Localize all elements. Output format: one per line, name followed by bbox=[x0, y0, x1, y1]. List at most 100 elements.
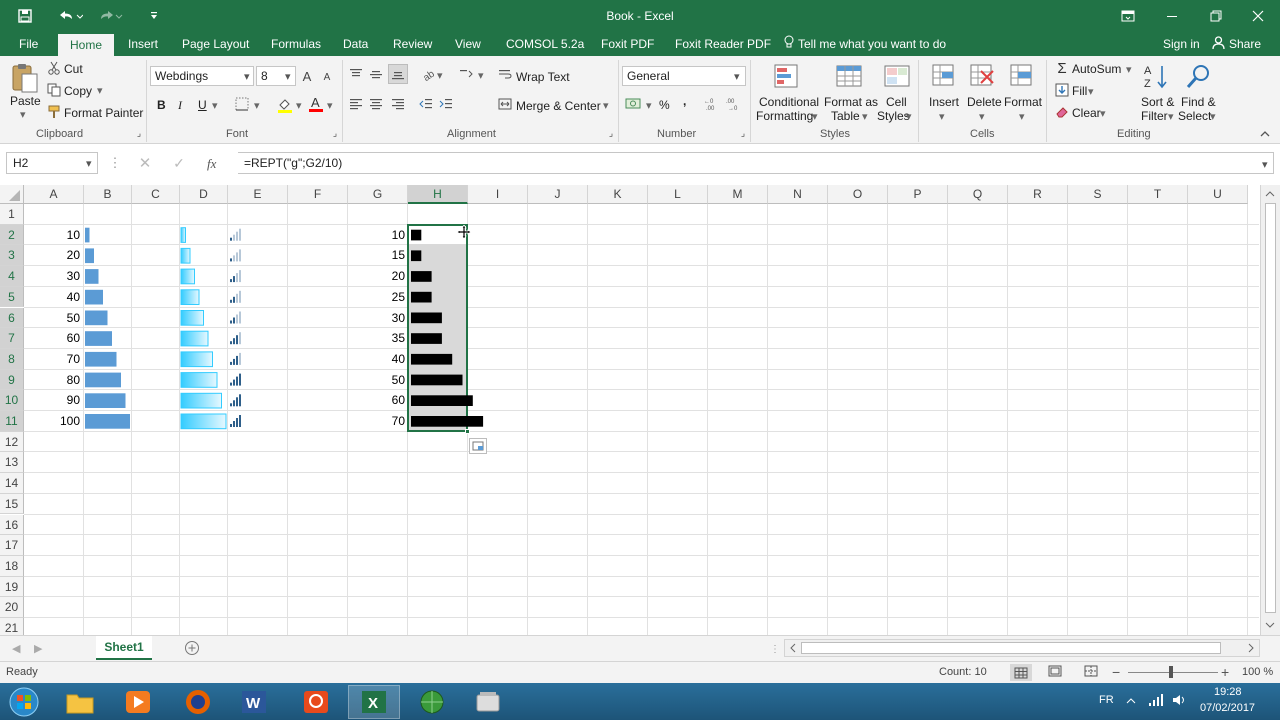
rtl-dropdown-arrow[interactable]: ▾ bbox=[478, 69, 484, 83]
column-header-e[interactable]: E bbox=[228, 185, 288, 204]
format-painter-icon[interactable] bbox=[46, 104, 62, 120]
select-all-corner[interactable] bbox=[0, 185, 24, 204]
row-header-13[interactable]: 13 bbox=[0, 452, 24, 474]
decrease-decimal-icon[interactable]: .00 →0 bbox=[726, 96, 744, 112]
borders-icon[interactable] bbox=[234, 96, 250, 112]
column-header-n[interactable]: N bbox=[768, 185, 828, 204]
zoom-slider[interactable] bbox=[1128, 666, 1218, 678]
merge-center-icon[interactable] bbox=[498, 96, 512, 112]
restore-icon[interactable] bbox=[1194, 0, 1238, 32]
conditional-formatting-label-2[interactable]: Formatting bbox=[756, 109, 813, 123]
scroll-right-icon[interactable] bbox=[1245, 642, 1257, 654]
sign-in-link[interactable]: Sign in bbox=[1163, 32, 1200, 56]
name-box-dropdown-arrow[interactable]: ▾ bbox=[86, 157, 92, 171]
fill-down-icon[interactable] bbox=[1054, 82, 1070, 98]
row-header-3[interactable]: 3 bbox=[0, 245, 24, 267]
number-format-dropdown-arrow[interactable]: ▾ bbox=[734, 70, 740, 84]
customize-qat-icon[interactable] bbox=[146, 6, 162, 26]
fill-color-icon[interactable] bbox=[276, 96, 294, 114]
row-header-15[interactable]: 15 bbox=[0, 493, 24, 515]
column-header-h[interactable]: H bbox=[408, 185, 468, 204]
minimize-icon[interactable] bbox=[1150, 0, 1194, 32]
borders-dropdown-arrow[interactable]: ▾ bbox=[254, 99, 260, 113]
cell-styles-dropdown-arrow[interactable]: ▾ bbox=[906, 110, 912, 124]
scroll-up-icon[interactable] bbox=[1264, 188, 1276, 200]
vertical-scroll-thumb[interactable] bbox=[1265, 203, 1276, 613]
cut-button[interactable]: Cut bbox=[64, 62, 83, 76]
font-name-dropdown-arrow[interactable]: ▾ bbox=[244, 70, 250, 84]
conditional-dropdown-arrow[interactable]: ▾ bbox=[812, 110, 818, 124]
row-header-17[interactable]: 17 bbox=[0, 535, 24, 556]
clear-button[interactable]: Clear bbox=[1072, 106, 1101, 120]
font-name-select[interactable]: Webdings bbox=[150, 66, 254, 86]
underline-button[interactable]: U bbox=[198, 98, 207, 112]
cell-styles-label-2[interactable]: Styles bbox=[877, 109, 910, 123]
fill-color-dropdown-arrow[interactable]: ▾ bbox=[296, 99, 302, 113]
decrease-font-size-icon[interactable]: A bbox=[320, 69, 334, 85]
accounting-format-icon[interactable] bbox=[624, 96, 644, 112]
media-player-icon[interactable] bbox=[112, 685, 164, 719]
increase-font-size-icon[interactable]: A bbox=[300, 67, 314, 85]
accounting-dropdown-arrow[interactable]: ▾ bbox=[646, 99, 652, 113]
column-header-m[interactable]: M bbox=[708, 185, 768, 204]
cell-styles-label[interactable]: Cell bbox=[886, 95, 907, 109]
decrease-indent-icon[interactable] bbox=[418, 96, 434, 112]
font-launcher-icon[interactable]: ⌟ bbox=[330, 128, 340, 138]
row-header-11[interactable]: 11 bbox=[0, 411, 24, 432]
normal-view-icon[interactable] bbox=[1010, 664, 1032, 681]
delete-cells-icon[interactable] bbox=[968, 62, 998, 92]
autosum-dropdown-arrow[interactable]: ▾ bbox=[1126, 63, 1132, 77]
row-header-18[interactable]: 18 bbox=[0, 555, 24, 577]
tab-foxit-pdf[interactable]: Foxit PDF bbox=[601, 32, 654, 56]
sort-filter-label-2[interactable]: Filter bbox=[1141, 109, 1168, 123]
file-explorer-icon[interactable] bbox=[54, 685, 106, 719]
paste-icon[interactable] bbox=[10, 62, 40, 93]
percent-style-button[interactable]: % bbox=[659, 98, 670, 112]
wrap-text-icon[interactable] bbox=[498, 66, 512, 82]
column-header-u[interactable]: U bbox=[1188, 185, 1248, 204]
comma-style-button[interactable]: , bbox=[683, 94, 686, 108]
paste-button[interactable]: Paste bbox=[10, 94, 41, 108]
tab-data[interactable]: Data bbox=[343, 32, 368, 56]
row-header-10[interactable]: 10 bbox=[0, 390, 24, 411]
foxit-pdf-icon[interactable] bbox=[290, 685, 342, 719]
scroll-left-icon[interactable] bbox=[787, 642, 799, 654]
tab-formulas[interactable]: Formulas bbox=[271, 32, 321, 56]
wrap-text-button[interactable]: Wrap Text bbox=[516, 70, 570, 84]
format-painter-button[interactable]: Format Painter bbox=[64, 106, 143, 120]
bold-button[interactable]: B bbox=[157, 98, 166, 112]
tray-expand-icon[interactable] bbox=[1126, 695, 1136, 709]
font-size-dropdown-arrow[interactable]: ▾ bbox=[285, 70, 291, 84]
tab-file[interactable]: File bbox=[19, 32, 38, 56]
start-button-icon[interactable] bbox=[4, 684, 44, 720]
redo-icon[interactable] bbox=[96, 6, 126, 26]
row-header-19[interactable]: 19 bbox=[0, 576, 24, 598]
merge-center-button[interactable]: Merge & Center bbox=[516, 99, 601, 113]
format-cells-button[interactable]: Format bbox=[1004, 95, 1042, 109]
confirm-entry-icon[interactable]: ✓ bbox=[170, 155, 188, 171]
format-as-table-label-2[interactable]: Table bbox=[831, 109, 860, 123]
column-header-j[interactable]: J bbox=[528, 185, 588, 204]
tab-page-layout[interactable]: Page Layout bbox=[182, 32, 249, 56]
autosum-icon[interactable]: Σ bbox=[1054, 60, 1070, 77]
network-globe-icon[interactable] bbox=[406, 685, 458, 719]
delete-cells-button[interactable]: Delete bbox=[967, 95, 1002, 109]
tab-comsol[interactable]: COMSOL 5.2a bbox=[506, 32, 584, 56]
column-header-p[interactable]: P bbox=[888, 185, 948, 204]
row-header-1[interactable]: 1 bbox=[0, 204, 24, 225]
cancel-entry-icon[interactable]: ✕ bbox=[136, 155, 154, 172]
column-header-d[interactable]: D bbox=[180, 185, 228, 204]
page-layout-view-icon[interactable] bbox=[1048, 665, 1064, 681]
formula-input[interactable]: =REPT("g";G2/10) bbox=[238, 152, 1274, 174]
excel-taskbar-icon[interactable]: X bbox=[348, 685, 400, 719]
new-sheet-icon[interactable] bbox=[184, 640, 200, 656]
firefox-icon[interactable] bbox=[172, 685, 224, 719]
page-break-preview-icon[interactable] bbox=[1084, 665, 1100, 681]
column-header-s[interactable]: S bbox=[1068, 185, 1128, 204]
column-header-b[interactable]: B bbox=[84, 185, 132, 204]
volume-icon[interactable] bbox=[1172, 693, 1188, 710]
number-launcher-icon[interactable]: ⌟ bbox=[738, 128, 748, 138]
share-button[interactable]: Share bbox=[1212, 32, 1261, 56]
font-color-dropdown-arrow[interactable]: ▾ bbox=[327, 99, 333, 113]
save-icon[interactable] bbox=[14, 6, 36, 26]
